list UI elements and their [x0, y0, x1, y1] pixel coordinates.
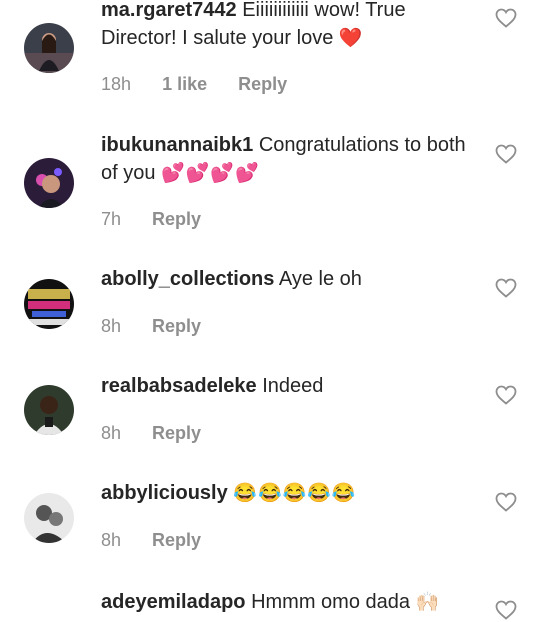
comment-text: realbabsadeleke Indeed — [101, 372, 481, 400]
heart-emoji: ❤️ — [338, 28, 364, 49]
heart-outline-icon[interactable] — [494, 598, 518, 622]
comment-time: 8h — [101, 530, 122, 550]
heart-outline-icon[interactable] — [494, 490, 518, 514]
comment-meta: 8h Reply — [101, 423, 227, 444]
comment-username[interactable]: abbyliciously — [101, 482, 228, 504]
heart-outline-icon[interactable] — [494, 6, 518, 30]
comment-text: adeyemiladapo Hmmm omo dada 🙌🏻 — [101, 588, 481, 617]
raised-hands-emoji: 🙌🏻 — [415, 592, 441, 613]
heart-outline-icon[interactable] — [494, 276, 518, 300]
comment-meta: 8h Reply — [101, 530, 227, 551]
comment-username[interactable]: realbabsadeleke — [101, 375, 257, 397]
comment-username[interactable]: abolly_collections — [101, 268, 274, 290]
comment-body: Aye le oh — [278, 268, 362, 290]
reply-button[interactable]: Reply — [152, 423, 201, 443]
comment-username[interactable]: adeyemiladapo — [101, 591, 246, 613]
comment-meta: 8h Reply — [101, 316, 227, 337]
comment-body: Indeed — [262, 375, 324, 397]
comment-text: ma.rgaret7442 Eiiiiiiiiiiii wow! True Di… — [101, 0, 481, 53]
like-count[interactable]: 1 like — [162, 74, 207, 94]
heart-outline-icon[interactable] — [494, 383, 518, 407]
avatar[interactable] — [24, 158, 74, 208]
tears-of-joy-emoji: 😂😂😂😂😂 — [233, 483, 357, 504]
reply-button[interactable]: Reply — [238, 74, 287, 94]
comment-time: 8h — [101, 423, 122, 443]
comment-meta: 7h Reply — [101, 209, 227, 230]
comment-time: 7h — [101, 209, 122, 229]
reply-button[interactable]: Reply — [152, 530, 201, 550]
comment-text: abolly_collections Aye le oh — [101, 265, 481, 293]
comment-time: 8h — [101, 316, 122, 336]
avatar[interactable] — [24, 23, 74, 73]
reply-button[interactable]: Reply — [152, 316, 201, 336]
comment-body: Hmmm omo dada — [251, 591, 411, 613]
comment-username[interactable]: ibukunannaibk1 — [101, 134, 253, 156]
comment-meta: 18h 1 like Reply — [101, 74, 313, 95]
avatar[interactable] — [24, 493, 74, 543]
comment-text: ibukunannaibk1 Congratulations to both o… — [101, 131, 481, 188]
comment-username[interactable]: ma.rgaret7442 — [101, 0, 237, 21]
heart-outline-icon[interactable] — [494, 142, 518, 166]
comment-time: 18h — [101, 74, 132, 94]
two-hearts-emoji: 💕💕💕💕 — [161, 163, 260, 184]
avatar[interactable] — [24, 279, 74, 329]
avatar[interactable] — [24, 385, 74, 435]
reply-button[interactable]: Reply — [152, 209, 201, 229]
comment-text: abbyliciously 😂😂😂😂😂 — [101, 479, 481, 508]
